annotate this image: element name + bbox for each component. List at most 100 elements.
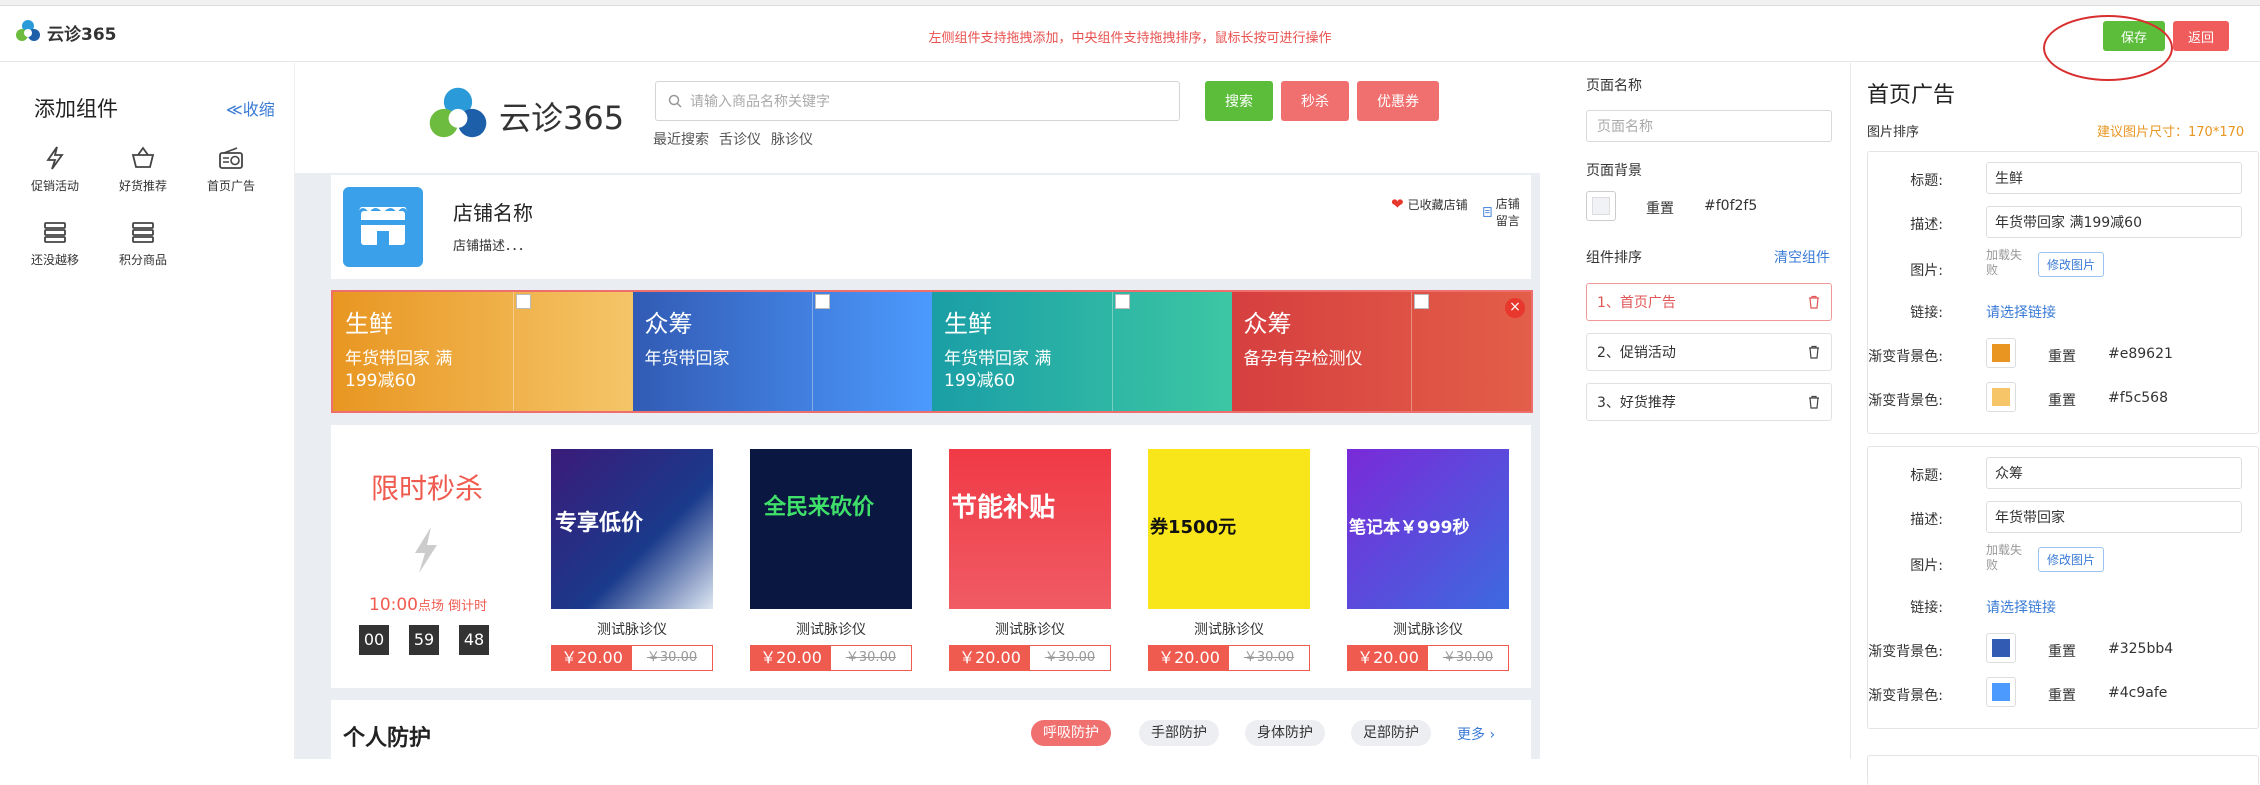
bg-color-swatch[interactable] — [1586, 191, 1616, 221]
grad-color-2[interactable] — [1986, 677, 2016, 707]
reset-button[interactable]: 重置 — [1646, 198, 1674, 218]
radio-icon — [219, 147, 243, 169]
price-old: ￥30.00 — [1442, 650, 1494, 665]
sort-item[interactable]: 3、好货推荐 — [1586, 383, 1832, 421]
ad-title: 生鲜 — [944, 310, 992, 338]
product-price: ￥20.00 ￥30.00 — [750, 645, 912, 671]
recent-searches: 最近搜索 舌诊仪 脉诊仪 — [653, 129, 813, 149]
product-image: 专享低价 — [551, 449, 713, 609]
component-home-ad[interactable]: 首页广告 — [190, 145, 272, 194]
delete-component-icon[interactable]: × — [1505, 298, 1525, 318]
back-button[interactable]: 返回 — [2173, 21, 2229, 51]
component-label: 积分商品 — [118, 253, 167, 267]
preview-canvas: 云诊365 请输入商品名称关键字 搜索 秒杀 优惠券 最近搜索 舌诊仪 脉诊仪 … — [295, 63, 1540, 770]
grad-value-2: #f5c568 — [2108, 390, 2168, 406]
tab-hand[interactable]: 手部防护 — [1139, 720, 1219, 746]
choose-link[interactable]: 请选择链接 — [1986, 302, 2056, 322]
search-placeholder: 请输入商品名称关键字 — [690, 94, 830, 110]
ad-cell[interactable]: 生鲜 年货带回家 满199减60 — [333, 292, 633, 411]
reset-button[interactable]: 重置 — [2048, 641, 2076, 661]
ad-cell[interactable]: 众筹 备孕有孕检测仪 × — [1231, 292, 1531, 411]
product-name: 测试脉诊仪 — [597, 622, 667, 638]
ad-cell[interactable]: 生鲜 年货带回家 满199减60 — [932, 292, 1232, 411]
collapse-link[interactable]: ≪收缩 — [226, 96, 275, 120]
sort-item[interactable]: 2、促销活动 — [1586, 333, 1832, 371]
ad-desc: 年货带回家 满199减60 — [944, 349, 1052, 391]
component-points-goods[interactable]: 积分商品 — [102, 219, 184, 268]
component-recommend[interactable]: 好货推荐 — [102, 145, 184, 194]
ad-desc-input[interactable]: 年货带回家 — [1986, 501, 2242, 533]
home-ad-banner[interactable]: 生鲜 年货带回家 满199减60 众筹 年货带回家 生鲜 年货带回家 满199减… — [331, 290, 1533, 413]
product-name: 测试脉诊仪 — [796, 622, 866, 638]
price-now: ￥20.00 — [1149, 646, 1229, 670]
favorite-store[interactable]: ❤ 已收藏店铺 — [1391, 195, 1468, 213]
tab-foot[interactable]: 足部防护 — [1351, 720, 1431, 746]
modify-image-button[interactable]: 修改图片 — [2038, 547, 2105, 572]
component-list-a[interactable]: 还没越移 — [14, 219, 96, 268]
ad-desc-input[interactable]: 年货带回家 满199减60 — [1986, 206, 2242, 238]
trash-icon[interactable] — [1807, 295, 1821, 309]
trash-icon[interactable] — [1807, 395, 1821, 409]
recent-item[interactable]: 舌诊仪 — [719, 129, 761, 149]
price-old: ￥30.00 — [845, 650, 897, 665]
product-card[interactable]: 专享低价 测试脉诊仪 ￥20.00 ￥30.00 — [551, 449, 713, 671]
grad-color-1[interactable] — [1986, 338, 2016, 368]
page-name-placeholder: 页面名称 — [1597, 119, 1653, 135]
page-settings-panel: 页面名称 页面名称 页面背景 重置 #f0f2f5 组件排序 清空组件 1、首页… — [1566, 63, 1846, 759]
coupon-button[interactable]: 优惠券 — [1357, 81, 1439, 121]
flash-sale-section: 限时秒杀 10:00点场 倒计时 00 59 48 专享低价 测试脉诊仪 ￥20… — [331, 425, 1531, 688]
ad-cell[interactable]: 众筹 年货带回家 — [632, 292, 932, 411]
clear-components-link[interactable]: 清空组件 — [1774, 247, 1830, 267]
trash-icon[interactable] — [1807, 345, 1821, 359]
component-label: 促销活动 — [30, 179, 79, 193]
grad-value-1: #325bb4 — [2108, 641, 2174, 657]
grad-color-2[interactable] — [1986, 382, 2016, 412]
recent-item[interactable]: 脉诊仪 — [771, 129, 813, 149]
sort-item[interactable]: 1、首页广告 — [1586, 283, 1832, 321]
grad-color-1[interactable] — [1986, 633, 2016, 663]
reset-button[interactable]: 重置 — [2048, 346, 2076, 366]
modify-image-button[interactable]: 修改图片 — [2038, 252, 2105, 277]
product-name: 测试脉诊仪 — [1194, 622, 1264, 638]
reset-button[interactable]: 重置 — [2048, 390, 2076, 410]
ad-desc: 年货带回家 满199减60 — [345, 349, 453, 391]
list-icon — [44, 222, 66, 243]
component-promotion[interactable]: 促销活动 — [14, 145, 96, 194]
page-name-input[interactable]: 页面名称 — [1586, 110, 1832, 142]
ad-title-input[interactable]: 生鲜 — [1986, 162, 2242, 194]
product-card[interactable]: 节能补贴 测试脉诊仪 ￥20.00 ￥30.00 — [949, 449, 1111, 671]
flash-sale-button[interactable]: 秒杀 — [1281, 81, 1349, 121]
component-panel: 添加组件 ≪收缩 促销活动 好货推荐 首页广告 还没越移 积分商品 — [0, 63, 295, 759]
image-load-failed: 加载失败 — [1986, 248, 2023, 277]
store-desc: 店铺描述．．． — [453, 239, 532, 254]
product-card[interactable]: 笔记本￥999秒 测试脉诊仪 ￥20.00 ￥30.00 — [1347, 449, 1509, 671]
price-now: ￥20.00 — [1348, 646, 1428, 670]
reset-button[interactable]: 重置 — [2048, 685, 2076, 705]
store-name: 店铺名称 — [453, 201, 533, 225]
more-link[interactable]: 更多 › — [1457, 724, 1495, 744]
more-label: 更多 — [1457, 727, 1485, 743]
ad-title-input[interactable]: 众筹 — [1986, 457, 2242, 489]
msg-label: 店铺留言 — [1495, 197, 1520, 228]
search-input[interactable]: 请输入商品名称关键字 — [655, 81, 1180, 121]
title-label: 标题: — [1910, 468, 1943, 484]
price-now: ￥20.00 — [950, 646, 1030, 670]
ad-title: 众筹 — [644, 310, 693, 338]
sort-label: 组件排序 — [1586, 250, 1642, 266]
ad-image — [1111, 292, 1232, 411]
countdown-minutes: 59 — [409, 625, 439, 655]
product-price: ￥20.00 ￥30.00 — [1148, 645, 1310, 671]
component-label: 首页广告 — [206, 179, 255, 193]
store-message[interactable]: 店铺留言 — [1483, 195, 1531, 229]
tab-respiratory[interactable]: 呼吸防护 — [1031, 720, 1111, 746]
chevron-right-icon: › — [1489, 727, 1496, 743]
product-card[interactable]: 全民来砍价 测试脉诊仪 ￥20.00 ￥30.00 — [750, 449, 912, 671]
tab-body[interactable]: 身体防护 — [1245, 720, 1325, 746]
search-button[interactable]: 搜索 — [1205, 81, 1273, 121]
product-card[interactable]: 券1500元 测试脉诊仪 ￥20.00 ￥30.00 — [1148, 449, 1310, 671]
sort-item-label: 1、首页广告 — [1597, 295, 1676, 311]
editor-notice: 左侧组件支持拖拽添加，中央组件支持拖拽排序，鼠标长按可进行操作 — [928, 31, 1332, 46]
flash-time-value: 10:00 — [369, 595, 418, 615]
choose-link[interactable]: 请选择链接 — [1986, 597, 2056, 617]
shop-header: 云诊365 请输入商品名称关键字 搜索 秒杀 优惠券 最近搜索 舌诊仪 脉诊仪 — [295, 63, 1540, 173]
